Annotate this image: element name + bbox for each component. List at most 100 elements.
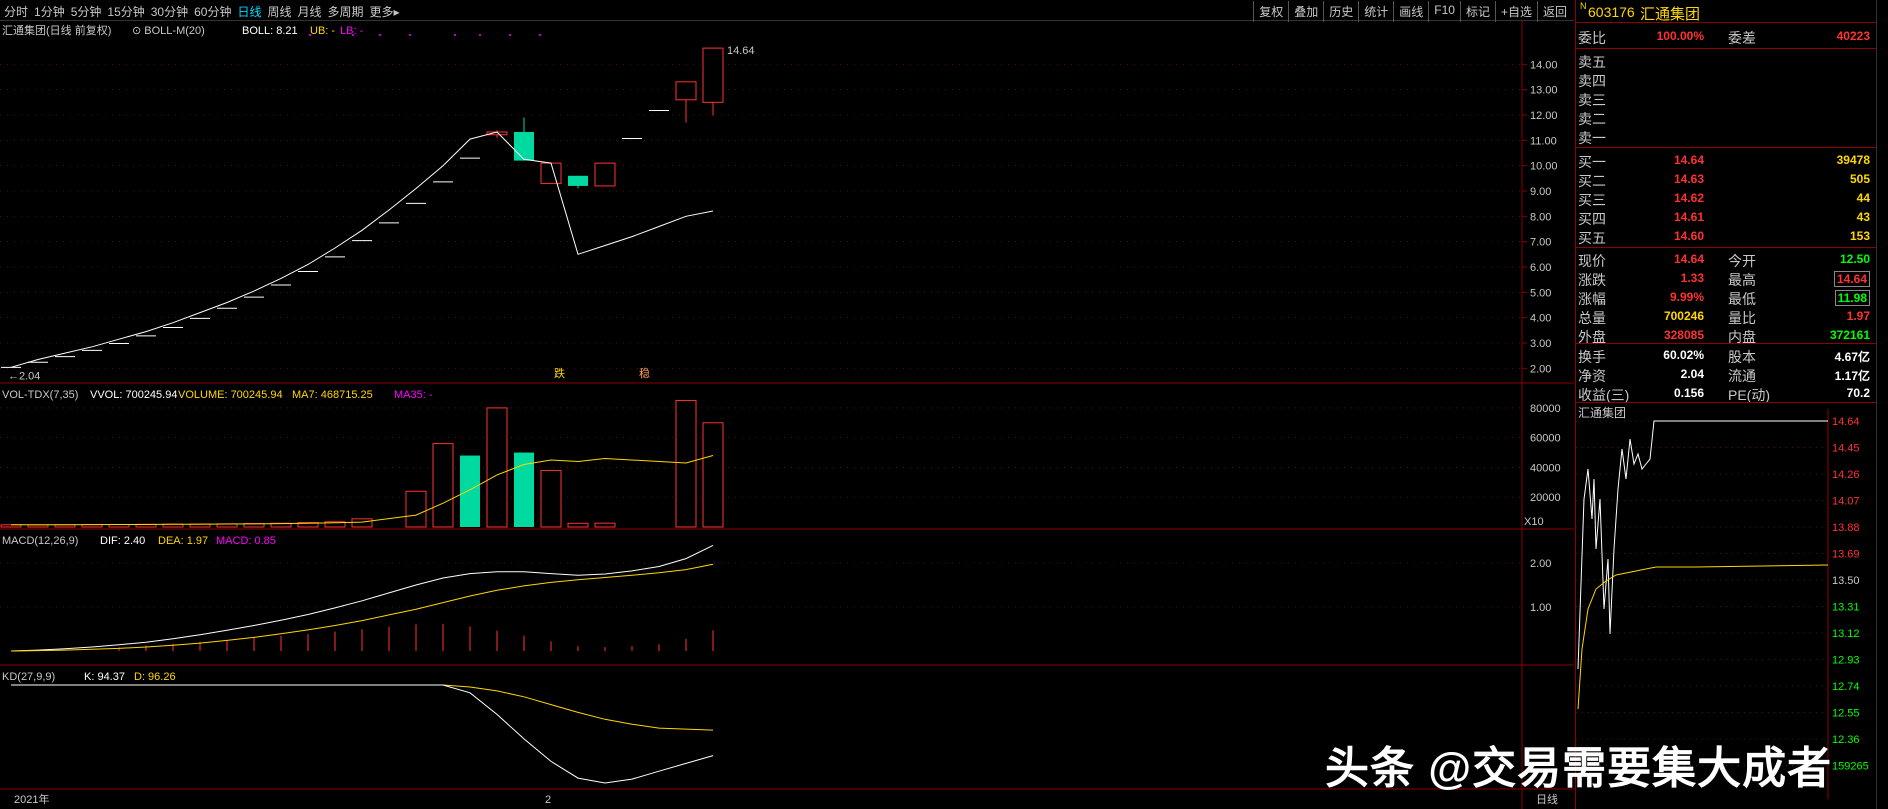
toolbar-button-0[interactable]: 复权 xyxy=(1253,1,1288,22)
kd-d-line xyxy=(11,684,714,731)
finance-value-2: 4.67亿 xyxy=(1834,350,1870,364)
dea-value: DEA: 1.97 xyxy=(158,535,208,547)
finance-row: 净资 2.04 流通 1.17亿 xyxy=(1576,364,1876,384)
boll-indicator-label[interactable]: ⊙ BOLL-M(20) xyxy=(132,25,205,37)
toolbar-button-6[interactable]: 标记 xyxy=(1459,1,1495,22)
sell-level-label: 卖一 xyxy=(1578,130,1606,146)
toolbar-button-4[interactable]: 画线 xyxy=(1393,1,1428,22)
y-tick-label: 3.00 xyxy=(1530,338,1551,350)
candle-body-up xyxy=(540,162,562,184)
volume-bar-up xyxy=(567,522,589,528)
volume-tick-label: 60000 xyxy=(1530,433,1561,445)
high-price-label: 14.64 xyxy=(727,45,755,57)
side-toolbar xyxy=(1876,0,1888,809)
toolbar-button-7[interactable]: +自选 xyxy=(1494,1,1537,22)
period-tab-6[interactable]: 日线 xyxy=(237,3,261,20)
intraday-tick-label: 12.55 xyxy=(1832,708,1860,720)
volume-bar-up xyxy=(594,522,616,528)
period-tab-5[interactable]: 60分钟 xyxy=(194,3,231,20)
y-tick-label: 10.00 xyxy=(1530,161,1558,173)
volume-unit-label: X10 xyxy=(1524,516,1544,528)
stock-header: N 603176 汇通集团 xyxy=(1576,0,1876,23)
kline-chart-area[interactable]: 汇通集团(日线 前复权) ⊙ BOLL-M(20) BOLL: 8.21 UB: - L… xyxy=(0,21,1574,809)
finance-value-2: 1.17亿 xyxy=(1834,369,1870,383)
period-tab-0[interactable]: 分时 xyxy=(4,3,28,20)
buy-level-row: 买三 14.62 44 xyxy=(1576,188,1876,208)
macd-indicator-label[interactable]: MACD(12,26,9) xyxy=(2,535,78,547)
buy-volume: 39478 xyxy=(1836,153,1870,167)
period-tab-2[interactable]: 5分钟 xyxy=(71,3,102,20)
volume-tick-label: 40000 xyxy=(1530,462,1561,474)
finance-value: 2.04 xyxy=(1680,367,1704,381)
ub-dot xyxy=(379,34,381,36)
stat-row: 现价 14.64 今开 12.50 xyxy=(1576,249,1876,269)
stat-value-2: 12.50 xyxy=(1839,252,1870,266)
stat-value-2: 1.97 xyxy=(1846,309,1870,323)
k-value: K: 94.37 xyxy=(84,671,125,683)
stat-value-2: 14.64 xyxy=(1833,271,1870,287)
period-tab-9[interactable]: 多周期 xyxy=(328,3,364,20)
finance-row: 换手 60.02% 股本 4.67亿 xyxy=(1576,345,1876,365)
candle-body-up xyxy=(702,47,724,103)
volume-bar-up xyxy=(702,422,724,528)
period-tab-4[interactable]: 30分钟 xyxy=(151,3,188,20)
intraday-avg-line xyxy=(1577,564,1829,710)
volume-tick-label: 80000 xyxy=(1530,403,1561,415)
y-tick-label: 14.00 xyxy=(1530,59,1558,71)
toolbar-button-5[interactable]: F10 xyxy=(1428,1,1460,22)
macd-value: MACD: 0.85 xyxy=(216,535,276,547)
finance-value: 0.156 xyxy=(1673,386,1704,400)
volume-bar-down xyxy=(460,455,480,527)
y-tick-label: 11.00 xyxy=(1530,135,1557,147)
kd-k-line xyxy=(11,684,714,784)
stat-value: 700246 xyxy=(1663,309,1704,323)
toolbar-button-1[interactable]: 叠加 xyxy=(1288,1,1323,22)
volume-bar-up xyxy=(675,399,697,528)
y-tick-label: 6.00 xyxy=(1530,262,1551,274)
candle-body-up xyxy=(675,81,697,101)
ub-dot xyxy=(509,34,511,36)
ub-dot xyxy=(309,34,311,36)
stock-title: 汇通集团(日线 前复权) xyxy=(2,23,111,37)
volume-bar-up xyxy=(351,518,373,528)
stat-row: 涨幅 9.99% 最低 11.98 xyxy=(1576,287,1876,307)
stat-value-2: 11.98 xyxy=(1834,290,1870,306)
sell-level-row: 卖五 xyxy=(1576,50,1876,70)
macd-tick-label: 2.00 xyxy=(1530,558,1551,570)
quote-panel: N 603176 汇通集团 委比 100.00% 委差 40223 卖五 卖四 卖三… xyxy=(1575,0,1876,809)
d-value: D: 96.26 xyxy=(134,671,176,683)
kd-indicator-label[interactable]: KD(27,9,9) xyxy=(2,671,55,683)
stock-code: 603176 xyxy=(1588,4,1635,20)
sell-level-row: 卖四 xyxy=(1576,69,1876,89)
ub-dot xyxy=(409,34,411,36)
ub-value: UB: - xyxy=(310,25,335,37)
weibi-row: 委比 100.00% 委差 40223 xyxy=(1576,26,1876,46)
stat-value: 9.99% xyxy=(1669,290,1704,304)
sell-level-row: 卖三 xyxy=(1576,88,1876,108)
buy-level-row: 买一 14.64 39478 xyxy=(1576,150,1876,170)
period-tab-8[interactable]: 月线 xyxy=(298,3,322,20)
buy-price: 14.62 xyxy=(1673,191,1704,205)
finance-value-2: 70.2 xyxy=(1846,386,1870,400)
toolbar-button-3[interactable]: 统计 xyxy=(1358,1,1393,22)
toolbar-button-8[interactable]: 返回 xyxy=(1536,1,1572,22)
weibi-value: 100.00% xyxy=(1656,29,1704,43)
buy-volume: 505 xyxy=(1849,172,1870,186)
period-tab-10[interactable]: 更多▸ xyxy=(370,3,400,20)
intraday-tick-label: 13.88 xyxy=(1832,522,1860,534)
period-tab-3[interactable]: 15分钟 xyxy=(107,3,144,20)
intraday-tick-label: 12.93 xyxy=(1832,655,1860,667)
x-year-label: 2021年 xyxy=(14,792,49,806)
toolbar-button-2[interactable]: 历史 xyxy=(1323,1,1358,22)
sell-level-row: 卖二 xyxy=(1576,107,1876,127)
weicha-value: 40223 xyxy=(1836,29,1870,43)
buy-level-row: 买二 14.63 505 xyxy=(1576,169,1876,189)
stat-row: 总量 700246 量比 1.97 xyxy=(1576,306,1876,326)
buy-price: 14.61 xyxy=(1673,210,1704,224)
volume-indicator-label[interactable]: VOL-TDX(7,35) xyxy=(2,389,78,401)
intraday-tick-label: 14.26 xyxy=(1832,469,1860,481)
period-tab-1[interactable]: 1分钟 xyxy=(34,3,65,20)
intraday-tick-label: 13.12 xyxy=(1832,628,1860,640)
period-tab-7[interactable]: 周线 xyxy=(267,3,291,20)
intraday-tick-label: 14.45 xyxy=(1832,443,1860,455)
